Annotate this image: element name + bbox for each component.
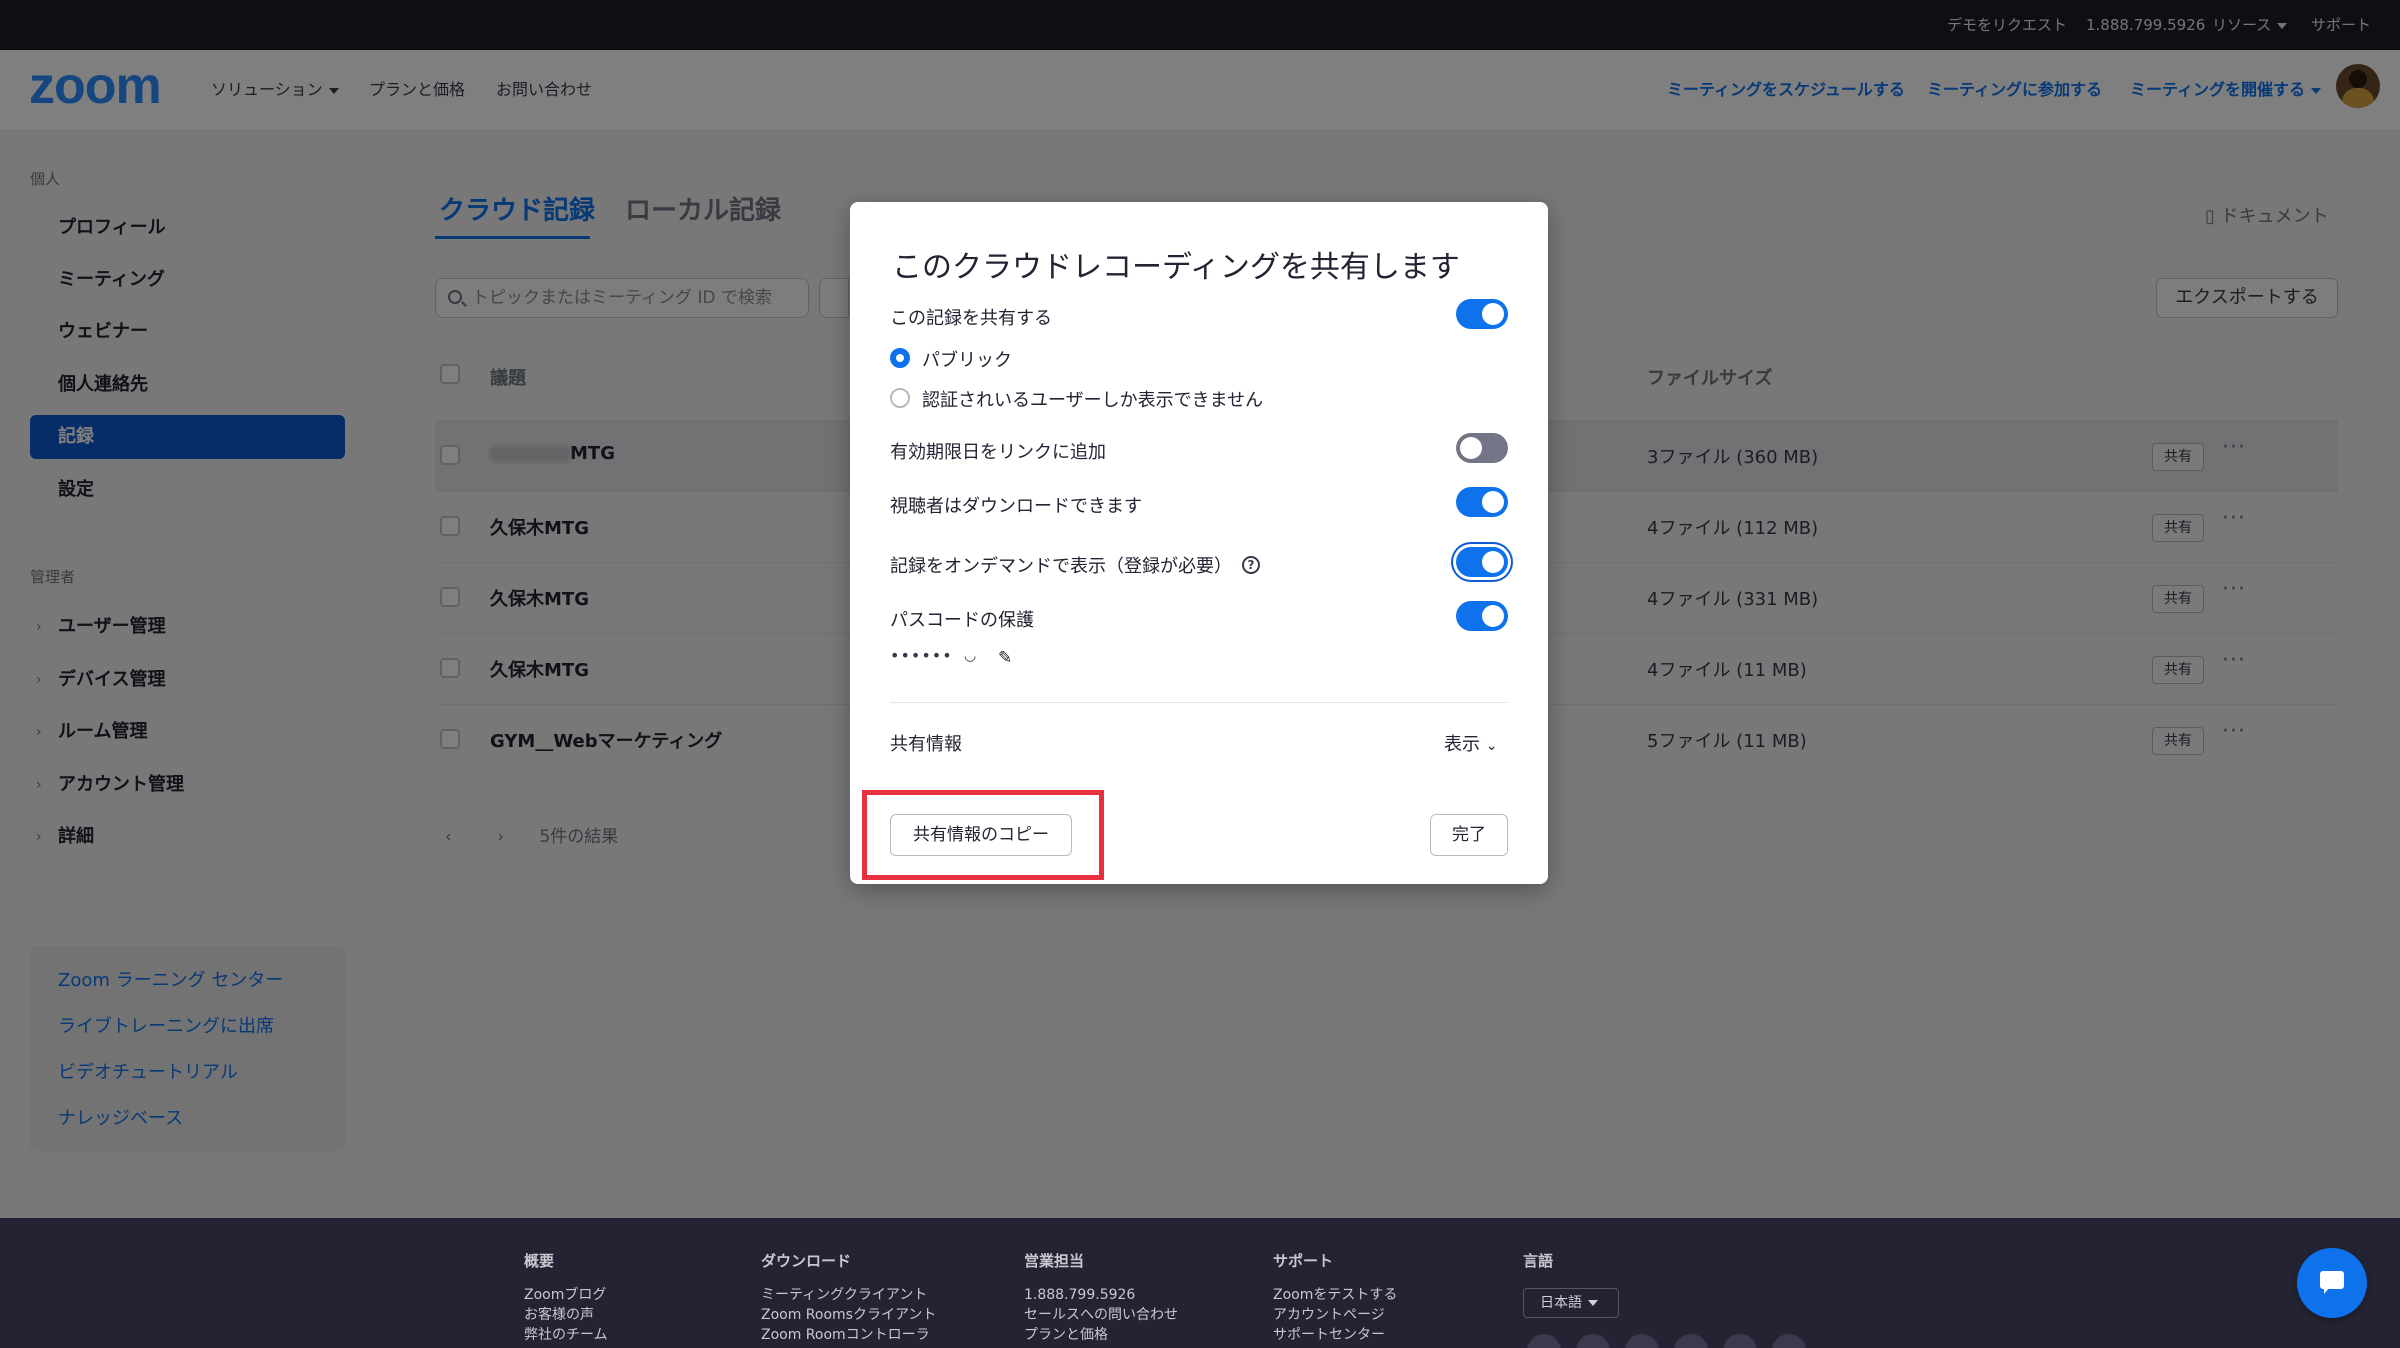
passcode-value: •••••• [890, 646, 953, 665]
footer-link[interactable]: プランと価格 [1024, 1325, 1178, 1345]
footer-link[interactable]: 1.888.799.5926 [1024, 1285, 1178, 1305]
footer-link[interactable]: ミーティングクライアント [761, 1285, 936, 1305]
passcode-label: パスコードの保護 [890, 610, 1034, 631]
facebook-icon[interactable] [1723, 1334, 1757, 1348]
show-label: 表示 [1444, 734, 1480, 755]
footer-col-sales: 営業担当 1.888.799.5926 セールスへの問い合わせ プランと価格 [1024, 1250, 1178, 1345]
footer-col-language: 言語 [1523, 1250, 1553, 1285]
footer-link[interactable]: 弊社のチーム [524, 1325, 608, 1345]
share-record-label: この記録を共有する [890, 308, 1052, 329]
footer: 概要 Zoomブログ お客様の声 弊社のチーム ダウンロード ミーティングクライ… [0, 1218, 2400, 1348]
footer-link[interactable]: Zoomをテストする [1273, 1285, 1397, 1305]
public-label: パブリック [922, 350, 1012, 371]
show-share-info-toggle[interactable]: 表示 ⌄ [1444, 730, 1497, 756]
on-demand-label: 記録をオンデマンドで表示（登録が必要） [890, 556, 1232, 577]
public-radio[interactable] [890, 348, 910, 368]
dialog-title: このクラウドレコーディングを共有します [892, 250, 1460, 285]
language-select[interactable]: 日本語 [1523, 1288, 1619, 1318]
footer-heading: 営業担当 [1024, 1252, 1085, 1270]
done-button[interactable]: 完了 [1430, 814, 1508, 856]
eye-closed-icon[interactable]: ◡ [964, 648, 976, 664]
footer-link[interactable]: アカウントページ [1273, 1305, 1397, 1325]
twitter-icon[interactable] [1625, 1334, 1659, 1348]
chevron-down-icon [1588, 1300, 1598, 1306]
on-demand-toggle[interactable] [1456, 547, 1508, 577]
footer-link[interactable]: サポートセンター [1273, 1325, 1397, 1345]
expiry-toggle[interactable] [1456, 433, 1508, 463]
share-recording-dialog: このクラウドレコーディングを共有します この記録を共有する パブリック 認証され… [850, 202, 1548, 884]
wordpress-icon[interactable] [1527, 1334, 1561, 1348]
footer-col-support: サポート Zoomをテストする アカウントページ サポートセンター [1273, 1250, 1397, 1345]
auth-only-label: 認証されいるユーザーしか表示できません [922, 390, 1264, 411]
instagram-icon[interactable] [1772, 1334, 1806, 1348]
linkedin-icon[interactable] [1576, 1334, 1610, 1348]
footer-heading: 言語 [1523, 1252, 1554, 1270]
passcode-toggle[interactable] [1456, 601, 1508, 631]
footer-link[interactable]: Zoom Roomsクライアント [761, 1305, 936, 1325]
language-value: 日本語 [1540, 1295, 1582, 1311]
footer-link[interactable]: Zoom Roomコントローラ [761, 1325, 936, 1345]
download-label: 視聴者はダウンロードできます [890, 496, 1142, 517]
footer-col-download: ダウンロード ミーティングクライアント Zoom Roomsクライアント Zoo… [761, 1250, 936, 1345]
copy-share-info-button[interactable]: 共有情報のコピー [890, 814, 1072, 856]
chat-icon[interactable] [2297, 1248, 2367, 1318]
divider [890, 702, 1508, 703]
footer-heading: サポート [1273, 1252, 1334, 1270]
footer-heading: ダウンロード [761, 1252, 852, 1270]
youtube-icon[interactable] [1674, 1334, 1708, 1348]
help-icon[interactable]: ? [1242, 556, 1260, 574]
share-record-toggle[interactable] [1456, 299, 1508, 329]
chevron-down-icon: ⌄ [1485, 738, 1498, 754]
footer-link[interactable]: セールスへの問い合わせ [1024, 1305, 1178, 1325]
share-info-label: 共有情報 [890, 734, 962, 755]
pencil-icon[interactable]: ✎ [998, 648, 1012, 668]
footer-link[interactable]: Zoomブログ [524, 1285, 608, 1305]
footer-col-about: 概要 Zoomブログ お客様の声 弊社のチーム [524, 1250, 608, 1345]
footer-link[interactable]: お客様の声 [524, 1305, 608, 1325]
expiry-label: 有効期限日をリンクに追加 [890, 442, 1106, 463]
footer-heading: 概要 [524, 1252, 555, 1270]
auth-only-radio[interactable] [890, 388, 910, 408]
download-toggle[interactable] [1456, 487, 1508, 517]
